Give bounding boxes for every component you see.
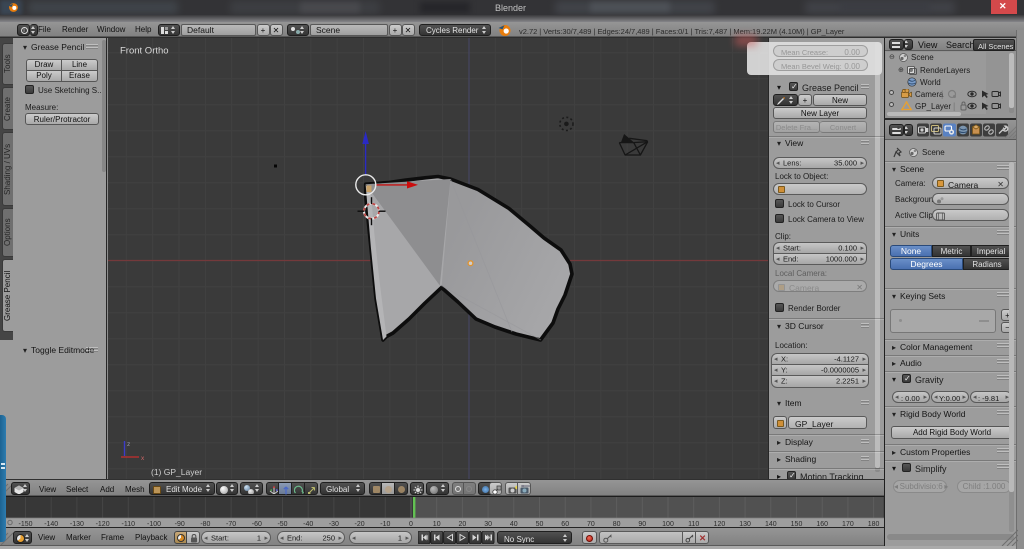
svg-text:Front Ortho: Front Ortho bbox=[120, 46, 169, 57]
svg-text:(1) GP_Layer: (1) GP_Layer bbox=[151, 467, 202, 477]
svg-text:z: z bbox=[127, 441, 130, 448]
svg-text:x: x bbox=[141, 455, 145, 462]
